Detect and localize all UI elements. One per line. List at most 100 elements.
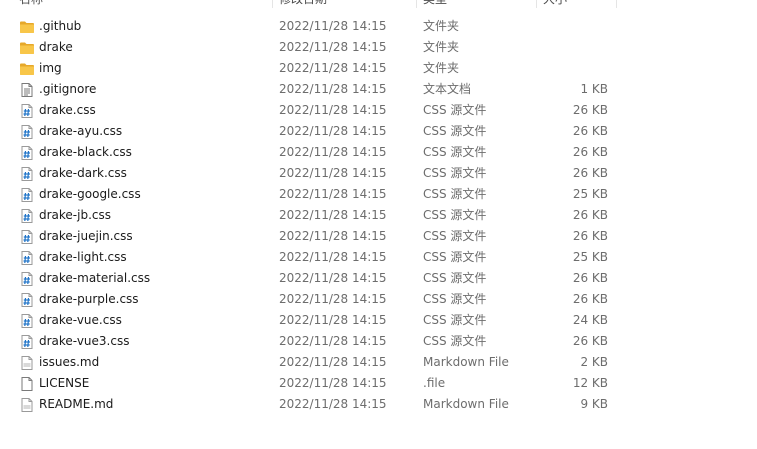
column-divider[interactable] (416, 0, 417, 8)
css-file-icon (19, 124, 35, 140)
file-type: 文件夹 (423, 61, 460, 75)
file-type: CSS 源文件 (423, 292, 487, 306)
file-name: drake-black.css (39, 145, 132, 159)
file-row[interactable]: drake-vue3.css 2022/11/28 14:15 CSS 源文件 26 … (0, 331, 757, 352)
file-row[interactable]: issues.md 2022/11/28 14:15 Markdown File 2 … (0, 352, 757, 373)
file-modified-date: 2022/11/28 14:15 (279, 103, 387, 117)
column-header-size[interactable]: 大小 (543, 0, 567, 8)
file-name: drake-purple.css (39, 292, 139, 306)
file-size: 26 KB (572, 145, 608, 159)
text-file-icon (19, 82, 35, 98)
file-row[interactable]: .github 2022/11/28 14:15 文件夹 (0, 16, 757, 37)
file-type: CSS 源文件 (423, 145, 487, 159)
file-size: 26 KB (572, 208, 608, 222)
file-name: drake-vue3.css (39, 334, 130, 348)
file-size: 26 KB (572, 166, 608, 180)
file-name: .gitignore (39, 82, 97, 96)
file-name: README.md (39, 397, 114, 411)
css-file-icon (19, 145, 35, 161)
file-name: drake-google.css (39, 187, 141, 201)
column-divider[interactable] (616, 0, 617, 8)
file-row[interactable]: drake-ayu.css 2022/11/28 14:15 CSS 源文件 26 K… (0, 121, 757, 142)
file-name: drake-juejin.css (39, 229, 133, 243)
file-row[interactable]: drake-material.css 2022/11/28 14:15 CSS 源文… (0, 268, 757, 289)
css-file-icon (19, 250, 35, 266)
file-type: CSS 源文件 (423, 124, 487, 138)
markdown-file-icon (19, 397, 35, 413)
column-header-date[interactable]: 修改日期 (279, 0, 327, 8)
file-type: 文件夹 (423, 19, 460, 33)
file-row[interactable]: img 2022/11/28 14:15 文件夹 (0, 58, 757, 79)
file-type: CSS 源文件 (423, 229, 487, 243)
file-size: 25 KB (572, 250, 608, 264)
file-size: 26 KB (572, 124, 608, 138)
file-size: 1 KB (580, 82, 608, 96)
file-row[interactable]: drake-juejin.css 2022/11/28 14:15 CSS 源文件 2… (0, 226, 757, 247)
file-size: 26 KB (572, 103, 608, 117)
folder-icon (19, 61, 35, 77)
file-row[interactable]: drake-dark.css 2022/11/28 14:15 CSS 源文件 26 … (0, 163, 757, 184)
file-name: drake.css (39, 103, 96, 117)
file-explorer-list: 名称 修改日期 类型 大小 .github 2022/11/28 14:15 文件夹… (0, 0, 757, 449)
file-modified-date: 2022/11/28 14:15 (279, 355, 387, 369)
file-name: drake-jb.css (39, 208, 112, 222)
css-file-icon (19, 292, 35, 308)
file-row[interactable]: drake 2022/11/28 14:15 文件夹 (0, 37, 757, 58)
file-type: CSS 源文件 (423, 334, 487, 348)
file-modified-date: 2022/11/28 14:15 (279, 187, 387, 201)
css-file-icon (19, 271, 35, 287)
file-size: 24 KB (572, 313, 608, 327)
file-modified-date: 2022/11/28 14:15 (279, 124, 387, 138)
file-row[interactable]: LICENSE 2022/11/28 14:15 .file 12 KB (0, 373, 757, 394)
file-name: drake-light.css (39, 250, 127, 264)
file-type: 文本文档 (423, 82, 472, 96)
file-modified-date: 2022/11/28 14:15 (279, 271, 387, 285)
file-type: Markdown File (423, 355, 509, 369)
file-modified-date: 2022/11/28 14:15 (279, 229, 387, 243)
column-header-row: 名称 修改日期 类型 大小 (0, 0, 757, 8)
file-modified-date: 2022/11/28 14:15 (279, 40, 387, 54)
file-row[interactable]: drake-purple.css 2022/11/28 14:15 CSS 源文件 2… (0, 289, 757, 310)
file-size: 26 KB (572, 229, 608, 243)
file-modified-date: 2022/11/28 14:15 (279, 397, 387, 411)
column-divider[interactable] (536, 0, 537, 8)
file-name: drake-vue.css (39, 313, 122, 327)
file-type: CSS 源文件 (423, 271, 487, 285)
file-row[interactable]: drake-google.css 2022/11/28 14:15 CSS 源文件 2… (0, 184, 757, 205)
file-type: 文件夹 (423, 40, 460, 54)
file-size: 2 KB (580, 355, 608, 369)
file-size: 12 KB (572, 376, 608, 390)
file-modified-date: 2022/11/28 14:15 (279, 166, 387, 180)
file-row[interactable]: drake-vue.css 2022/11/28 14:15 CSS 源文件 24 K… (0, 310, 757, 331)
css-file-icon (19, 166, 35, 182)
file-list: .github 2022/11/28 14:15 文件夹 drake 2022/11/2… (0, 16, 757, 415)
file-name: drake-dark.css (39, 166, 127, 180)
css-file-icon (19, 229, 35, 245)
file-name: LICENSE (39, 376, 90, 390)
css-file-icon (19, 103, 35, 119)
file-modified-date: 2022/11/28 14:15 (279, 313, 387, 327)
file-row[interactable]: .gitignore 2022/11/28 14:15 文本文档 1 KB (0, 79, 757, 100)
file-type: Markdown File (423, 397, 509, 411)
file-name: drake-material.css (39, 271, 151, 285)
file-row[interactable]: drake.css 2022/11/28 14:15 CSS 源文件 26 KB (0, 100, 757, 121)
file-name: .github (39, 19, 82, 33)
file-size: 25 KB (572, 187, 608, 201)
file-type: CSS 源文件 (423, 208, 487, 222)
file-row[interactable]: drake-jb.css 2022/11/28 14:15 CSS 源文件 26 KB (0, 205, 757, 226)
css-file-icon (19, 208, 35, 224)
css-file-icon (19, 313, 35, 329)
file-type: CSS 源文件 (423, 250, 487, 264)
file-type: CSS 源文件 (423, 187, 487, 201)
file-type: CSS 源文件 (423, 313, 487, 327)
file-name: issues.md (39, 355, 100, 369)
file-row[interactable]: drake-black.css 2022/11/28 14:15 CSS 源文件 26… (0, 142, 757, 163)
blank-file-icon (19, 376, 35, 392)
column-header-type[interactable]: 类型 (423, 0, 447, 8)
file-modified-date: 2022/11/28 14:15 (279, 61, 387, 75)
file-row[interactable]: README.md 2022/11/28 14:15 Markdown File 9 … (0, 394, 757, 415)
column-header-name[interactable]: 名称 (19, 0, 43, 8)
column-divider[interactable] (272, 0, 273, 8)
file-row[interactable]: drake-light.css 2022/11/28 14:15 CSS 源文件 25… (0, 247, 757, 268)
file-size: 26 KB (572, 334, 608, 348)
